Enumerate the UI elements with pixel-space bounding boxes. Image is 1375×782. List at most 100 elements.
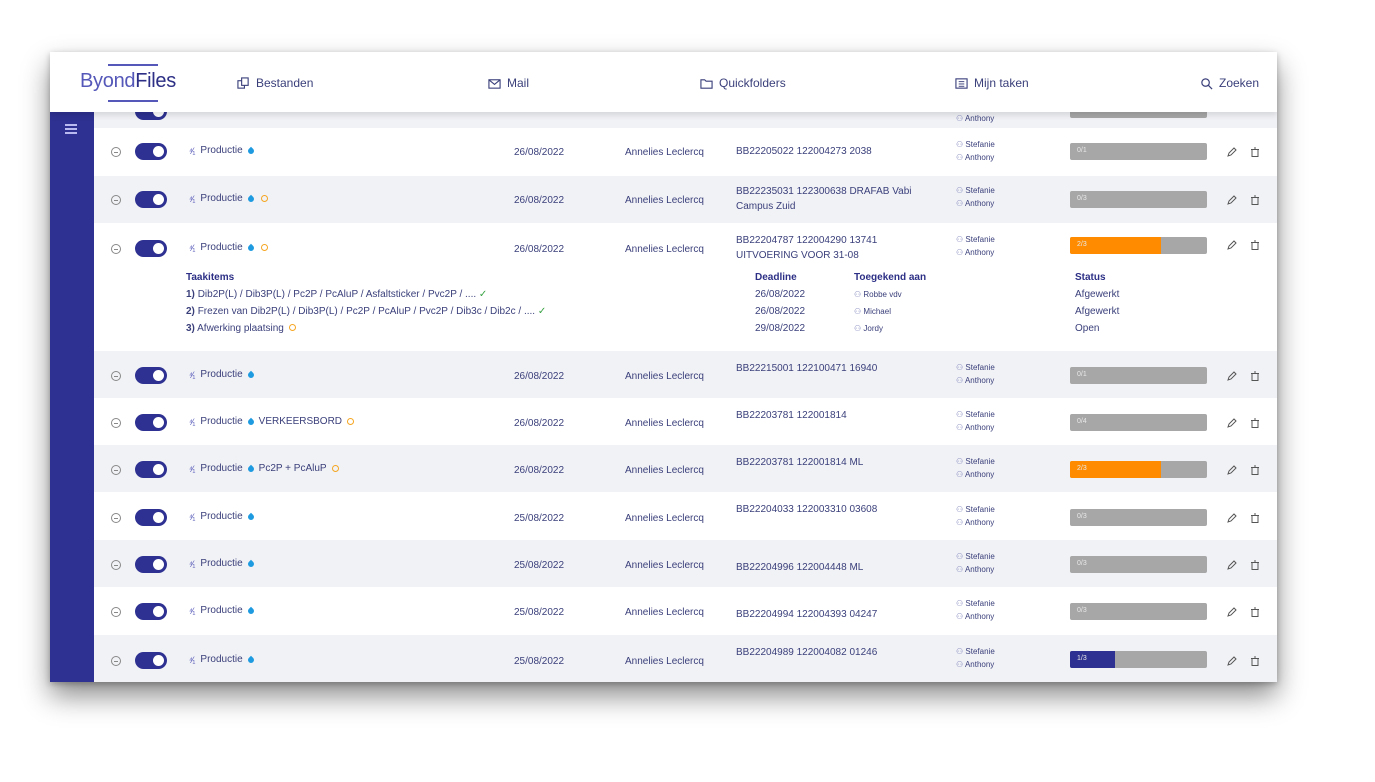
toggle-switch[interactable] <box>135 556 167 573</box>
edit-pencil-icon[interactable] <box>1227 195 1237 205</box>
task-name[interactable]: ⁴⁄₁ Productie <box>189 145 256 156</box>
trash-icon[interactable] <box>1250 607 1260 617</box>
task-type: Productie <box>200 654 243 665</box>
nav-bestanden[interactable]: Bestanden <box>237 76 313 90</box>
edit-pencil-icon[interactable] <box>1227 371 1237 381</box>
toggle-switch[interactable] <box>135 367 167 384</box>
task-item-text: Frezen van Dib2P(L) / Dib3P(L) / Pc2P / … <box>197 306 536 317</box>
nav-quickfolders-label: Quickfolders <box>719 76 786 90</box>
task-name[interactable]: ⁴⁄₁ Productie <box>189 369 256 380</box>
collapse-icon[interactable] <box>111 513 121 523</box>
trash-icon[interactable] <box>1250 513 1260 523</box>
edit-pencil-icon[interactable] <box>1227 147 1237 157</box>
task-item[interactable]: 3) Afwerking plaatsing <box>186 320 606 337</box>
sidebar <box>50 112 94 682</box>
water-drop-icon <box>246 559 255 568</box>
toggle-switch[interactable] <box>135 509 167 526</box>
collapse-icon[interactable] <box>111 147 121 157</box>
toggle-switch[interactable] <box>135 240 167 257</box>
trash-icon[interactable] <box>1250 465 1260 475</box>
table-row[interactable]: ⁴⁄₁ Productie 25/08/2022 Annelies Lecler… <box>94 492 1277 540</box>
edit-pencil-icon[interactable] <box>1227 560 1237 570</box>
nav-quickfolders[interactable]: Quickfolders <box>700 76 786 90</box>
collapse-icon[interactable] <box>111 465 121 475</box>
workflow-icon: ⁴⁄₁ <box>189 369 196 380</box>
task-item[interactable]: 2) Frezen van Dib2P(L) / Dib3P(L) / Pc2P… <box>186 303 606 320</box>
assigned-user: Robbe vdv <box>854 286 926 303</box>
edit-pencil-icon[interactable] <box>1227 607 1237 617</box>
task-name[interactable]: ⁴⁄₁ Productie <box>189 242 268 253</box>
table-row[interactable]: ⁴⁄₁ Productie 26/08/2022 Annelies Lecler… <box>94 351 1277 398</box>
assigned-users: StefanieAnthony <box>956 597 995 623</box>
toggle-switch[interactable] <box>135 191 167 208</box>
task-name[interactable]: ⁴⁄₁ Productie <box>189 654 256 665</box>
table-row-expanded[interactable]: ⁴⁄₁ Productie 26/08/2022 Annelies Lecler… <box>94 223 1277 351</box>
task-items: Taakitems 1) Dib2P(L) / Dib3P(L) / Pc2P … <box>186 269 606 337</box>
table-row-partial[interactable]: Anthony <box>94 101 1277 128</box>
table-row[interactable]: ⁴⁄₁ Productie Pc2P + PcAluP 26/08/2022 A… <box>94 445 1277 492</box>
table-row[interactable]: ⁴⁄₁ Productie 25/08/2022 Annelies Lecler… <box>94 587 1277 635</box>
toggle-switch[interactable] <box>135 143 167 160</box>
water-drop-icon <box>246 417 255 426</box>
toggle-switch[interactable] <box>135 461 167 478</box>
collapse-icon[interactable] <box>111 371 121 381</box>
edit-pencil-icon[interactable] <box>1227 656 1237 666</box>
table-row[interactable]: ⁴⁄₁ Productie 26/08/2022 Annelies Lecler… <box>94 176 1277 223</box>
progress-bar: 0/4 <box>1070 414 1207 431</box>
edit-pencil-icon[interactable] <box>1227 240 1237 250</box>
table-row[interactable]: ⁴⁄₁ Productie 25/08/2022 Annelies Lecler… <box>94 540 1277 587</box>
table-row[interactable]: ⁴⁄₁ Productie 25/08/2022 Annelies Lecler… <box>94 635 1277 682</box>
nav-zoeken[interactable]: Zoeken <box>1200 76 1259 90</box>
status-value: Afgewerkt <box>1075 289 1120 300</box>
collapse-icon[interactable] <box>111 656 121 666</box>
task-name[interactable]: ⁴⁄₁ Productie <box>189 193 268 204</box>
app-logo[interactable]: ByondFiles <box>80 70 176 93</box>
task-name[interactable]: ⁴⁄₁ Productie <box>189 605 256 616</box>
collapse-icon[interactable] <box>111 418 121 428</box>
assigned-users: StefanieAnthony <box>956 184 995 210</box>
collapse-icon[interactable] <box>111 244 121 254</box>
task-type: Productie <box>200 463 243 474</box>
trash-icon[interactable] <box>1250 371 1260 381</box>
collapse-icon[interactable] <box>111 607 121 617</box>
nav-zoeken-label: Zoeken <box>1219 76 1260 90</box>
water-drop-icon <box>246 512 255 521</box>
ref-line2: Campus Zuid <box>736 201 796 212</box>
task-name[interactable]: ⁴⁄₁ Productie Pc2P + PcAluP <box>189 463 339 474</box>
trash-icon[interactable] <box>1250 656 1260 666</box>
task-item-text: Afwerking plaatsing <box>197 323 284 334</box>
folder-icon <box>700 78 713 89</box>
nav-mijn-taken[interactable]: Mijn taken <box>955 76 1029 90</box>
collapse-icon[interactable] <box>111 195 121 205</box>
task-item[interactable]: 1) Dib2P(L) / Dib3P(L) / Pc2P / PcAluP /… <box>186 286 606 303</box>
trash-icon[interactable] <box>1250 240 1260 250</box>
task-name[interactable]: ⁴⁄₁ Productie <box>189 511 256 522</box>
trash-icon[interactable] <box>1250 560 1260 570</box>
nav-mail[interactable]: Mail <box>488 76 529 90</box>
toggle-switch[interactable] <box>135 414 167 431</box>
task-name[interactable]: ⁴⁄₁ Productie VERKEERSBORD <box>189 416 355 427</box>
task-owner: Annelies Leclercq <box>625 371 704 382</box>
assigned-users: StefanieAnthony <box>956 645 995 671</box>
toggle-switch[interactable] <box>135 652 167 669</box>
task-item-number: 1) <box>186 289 195 300</box>
task-reference: BB22203781 122001814 <box>736 408 941 423</box>
hamburger-menu-icon[interactable] <box>65 124 77 136</box>
trash-icon[interactable] <box>1250 418 1260 428</box>
trash-icon[interactable] <box>1250 195 1260 205</box>
table-row[interactable]: ⁴⁄₁ Productie VERKEERSBORD 26/08/2022 An… <box>94 398 1277 445</box>
water-drop-icon <box>246 464 255 473</box>
task-name[interactable]: ⁴⁄₁ Productie <box>189 558 256 569</box>
edit-pencil-icon[interactable] <box>1227 418 1237 428</box>
alarm-clock-icon <box>260 195 268 202</box>
task-owner: Annelies Leclercq <box>625 195 704 206</box>
toggle-switch[interactable] <box>135 603 167 620</box>
edit-pencil-icon[interactable] <box>1227 513 1237 523</box>
table-row[interactable]: ⁴⁄₁ Productie 26/08/2022 Annelies Lecler… <box>94 128 1277 176</box>
water-drop-icon <box>246 370 255 379</box>
collapse-icon[interactable] <box>111 560 121 570</box>
trash-icon[interactable] <box>1250 147 1260 157</box>
top-navigation-bar: ByondFiles Bestanden Mail Quickfolders M… <box>50 52 1277 112</box>
ref-line1: BB22204989 122004082 01246 <box>736 647 878 658</box>
edit-pencil-icon[interactable] <box>1227 465 1237 475</box>
